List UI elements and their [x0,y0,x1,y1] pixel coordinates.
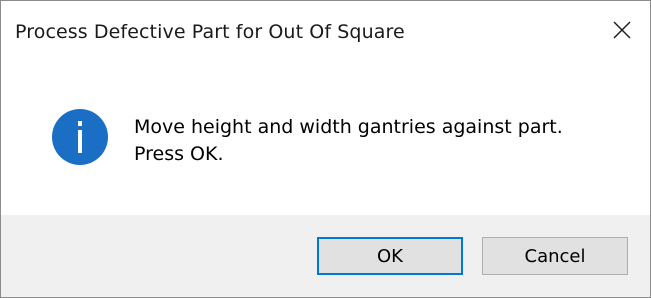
cancel-button[interactable]: Cancel [482,237,628,275]
close-icon [613,21,631,39]
info-icon [52,109,108,165]
message-dialog: Process Defective Part for Out Of Square… [0,0,651,298]
message-line-1: Move height and width gantries against p… [134,116,563,138]
close-button[interactable] [594,1,650,59]
dialog-body: Move height and width gantries against p… [1,59,650,215]
dialog-message: Move height and width gantries against p… [134,114,563,168]
window-title: Process Defective Part for Out Of Square [15,21,405,43]
ok-button[interactable]: OK [317,237,463,275]
message-line-2: Press OK. [134,143,224,165]
title-bar[interactable]: Process Defective Part for Out Of Square [1,1,650,59]
button-bar: OK Cancel [1,215,650,297]
